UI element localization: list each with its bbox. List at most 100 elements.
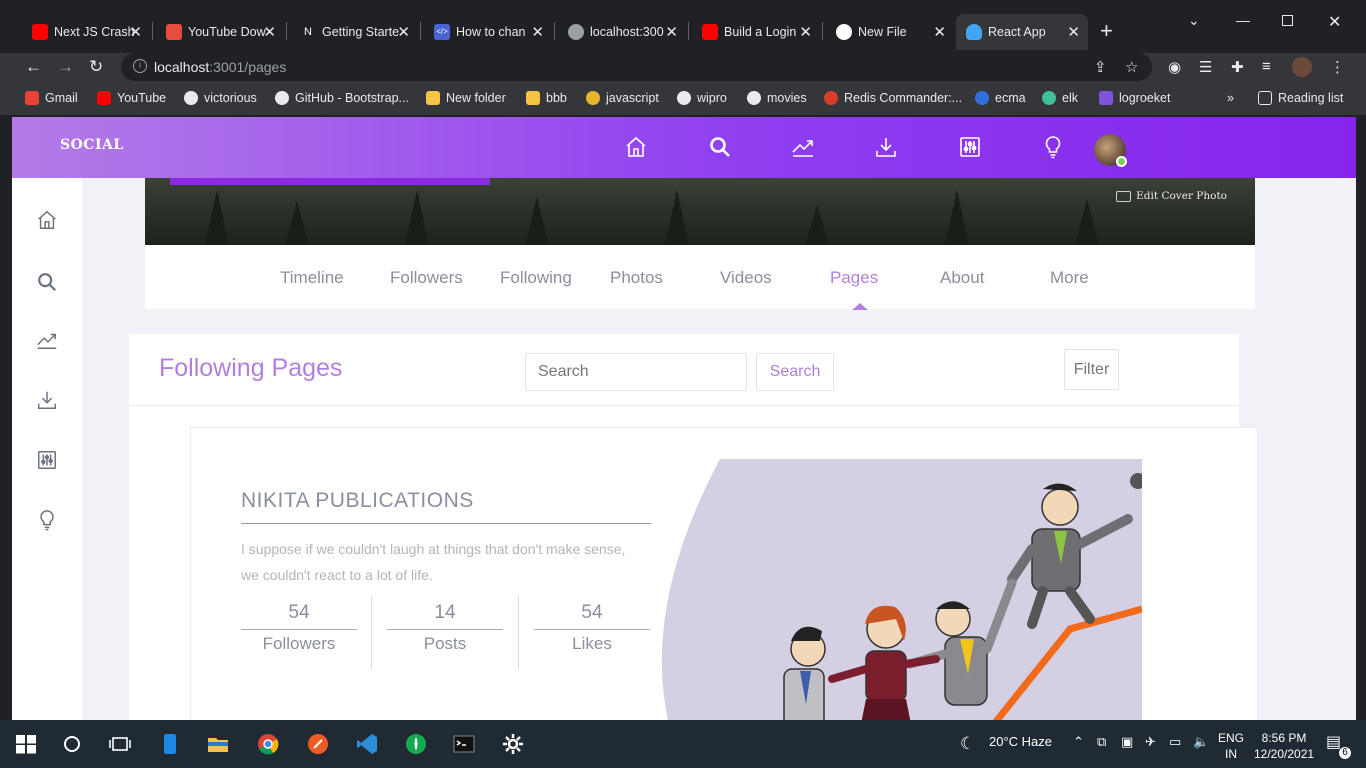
chrome-menu-icon[interactable]: ⋮ bbox=[1330, 58, 1345, 76]
bookmark-javascript[interactable]: javascript bbox=[586, 91, 659, 105]
page-card[interactable]: NIKITA PUBLICATIONS I suppose if we coul… bbox=[190, 427, 1258, 720]
bookmark-elk[interactable]: elk bbox=[1042, 91, 1078, 105]
back-icon[interactable]: ← bbox=[25, 57, 42, 77]
browser-tab[interactable]: Build a Login ✕ bbox=[692, 14, 820, 50]
tab-photos[interactable]: Photos bbox=[610, 268, 663, 288]
bookmark-new-folder[interactable]: New folder bbox=[426, 91, 506, 105]
brand-logo[interactable]: SOCIAL bbox=[60, 137, 124, 153]
sliders-icon[interactable] bbox=[958, 135, 982, 159]
tab-following[interactable]: Following bbox=[500, 268, 572, 288]
forward-icon[interactable]: → bbox=[57, 57, 74, 77]
close-tab-icon[interactable]: ✕ bbox=[799, 23, 812, 41]
extension-list-icon[interactable]: ☰ bbox=[1199, 58, 1212, 76]
search-button[interactable]: Search bbox=[756, 353, 834, 391]
vscode-icon[interactable] bbox=[355, 732, 379, 756]
address-bar[interactable]: i localhost:3001/pages ⇪ ☆ bbox=[121, 53, 1152, 81]
tab-about[interactable]: About bbox=[940, 268, 984, 288]
search-icon[interactable] bbox=[708, 135, 732, 159]
tab-search-icon[interactable]: ⌄ bbox=[1188, 12, 1200, 29]
trending-icon[interactable] bbox=[791, 135, 815, 159]
profile-avatar[interactable] bbox=[1292, 57, 1312, 77]
tray-battery-icon[interactable]: ▭ bbox=[1169, 734, 1181, 750]
clock[interactable]: 8:56 PM 12/20/2021 bbox=[1254, 730, 1314, 762]
trending-icon[interactable] bbox=[36, 329, 58, 351]
sliders-icon[interactable] bbox=[36, 449, 58, 471]
terminal-icon[interactable] bbox=[452, 732, 476, 756]
page-name[interactable]: NIKITA PUBLICATIONS bbox=[241, 489, 474, 513]
edit-cover-photo-button[interactable]: Edit Cover Photo bbox=[1116, 190, 1227, 202]
bookmark-ecma[interactable]: ecma bbox=[975, 91, 1026, 105]
tray-chevron-icon[interactable]: ⌃ bbox=[1073, 734, 1084, 750]
reading-list[interactable]: Reading list bbox=[1258, 91, 1343, 105]
close-tab-icon[interactable]: ✕ bbox=[397, 23, 410, 41]
task-view-icon[interactable] bbox=[108, 732, 132, 756]
new-tab-icon[interactable]: + bbox=[1100, 20, 1113, 42]
bookmark-wipro[interactable]: wipro bbox=[677, 91, 727, 105]
bookmark-youtube[interactable]: YouTube bbox=[97, 91, 166, 105]
download-icon[interactable] bbox=[874, 135, 898, 159]
site-info-icon[interactable]: i bbox=[133, 59, 147, 73]
tray-flight-icon[interactable]: ✈ bbox=[1145, 734, 1156, 750]
extensions-puzzle-icon[interactable]: ✚ bbox=[1231, 58, 1244, 76]
tab-timeline[interactable]: Timeline bbox=[280, 268, 344, 288]
bookmark-redis[interactable]: Redis Commander:... bbox=[824, 91, 962, 105]
close-tab-icon[interactable]: ✕ bbox=[933, 23, 946, 41]
tab-videos[interactable]: Videos bbox=[720, 268, 772, 288]
search-icon[interactable] bbox=[36, 271, 58, 293]
weather-moon-icon[interactable]: ☾ bbox=[960, 734, 975, 754]
extension-record-icon[interactable]: ◉ bbox=[1168, 58, 1181, 76]
lightbulb-icon[interactable] bbox=[36, 509, 58, 531]
maximize-icon[interactable] bbox=[1282, 15, 1293, 26]
search-input[interactable] bbox=[525, 353, 747, 391]
browser-tab[interactable]: </> How to chan ✕ bbox=[424, 14, 552, 50]
tablet-app-icon[interactable] bbox=[158, 732, 182, 756]
settings-gear-icon[interactable] bbox=[501, 732, 525, 756]
tab-pages[interactable]: Pages bbox=[830, 268, 878, 288]
stat-value: 54 bbox=[534, 598, 650, 630]
minimize-icon[interactable]: — bbox=[1236, 12, 1250, 28]
reload-icon[interactable]: ↻ bbox=[89, 57, 103, 77]
browser-tab[interactable]: New File ✕ bbox=[826, 14, 954, 50]
bookmark-victorious[interactable]: victorious bbox=[184, 91, 257, 105]
browser-tab[interactable]: N Getting Starte ✕ bbox=[290, 14, 418, 50]
windows-start-icon[interactable] bbox=[14, 732, 38, 756]
mongodb-icon[interactable] bbox=[404, 732, 428, 756]
close-tab-icon[interactable]: ✕ bbox=[129, 23, 142, 41]
browser-tab[interactable]: Next JS Crash ✕ bbox=[22, 14, 150, 50]
bookmark-bbb[interactable]: bbb bbox=[526, 91, 567, 105]
tab-more[interactable]: More bbox=[1050, 268, 1089, 288]
volume-icon[interactable]: 🔈 bbox=[1193, 734, 1209, 750]
weather-text[interactable]: 20°C Haze bbox=[989, 734, 1052, 749]
tab-followers[interactable]: Followers bbox=[390, 268, 463, 288]
stat-label: Posts bbox=[423, 634, 467, 653]
bookmark-star-icon[interactable]: ☆ bbox=[1125, 58, 1138, 76]
home-icon[interactable] bbox=[36, 209, 58, 231]
home-icon[interactable] bbox=[624, 135, 648, 159]
browser-tab-active[interactable]: React App ✕ bbox=[956, 14, 1088, 50]
bookmark-gmail[interactable]: Gmail bbox=[25, 91, 78, 105]
download-icon[interactable] bbox=[36, 389, 58, 411]
search-circle-icon[interactable] bbox=[60, 732, 84, 756]
close-tab-icon[interactable]: ✕ bbox=[1067, 23, 1080, 41]
bookmarks-overflow[interactable]: » bbox=[1227, 91, 1234, 105]
bookmark-logroeket[interactable]: logroeket bbox=[1099, 91, 1170, 105]
browser-tab[interactable]: YouTube Dow ✕ bbox=[156, 14, 284, 50]
postman-icon[interactable] bbox=[306, 732, 330, 756]
close-window-icon[interactable]: ✕ bbox=[1328, 12, 1341, 32]
bookmark-github[interactable]: GitHub - Bootstrap... bbox=[275, 91, 409, 105]
language-indicator[interactable]: ENG IN bbox=[1218, 730, 1244, 762]
close-tab-icon[interactable]: ✕ bbox=[263, 23, 276, 41]
close-tab-icon[interactable]: ✕ bbox=[531, 23, 544, 41]
close-tab-icon[interactable]: ✕ bbox=[665, 23, 678, 41]
share-icon[interactable]: ⇪ bbox=[1094, 58, 1107, 76]
tray-security-icon[interactable]: ▣ bbox=[1121, 734, 1133, 750]
bookmark-movies[interactable]: movies bbox=[747, 91, 807, 105]
file-explorer-icon[interactable] bbox=[206, 732, 230, 756]
chrome-icon[interactable] bbox=[256, 732, 280, 756]
filter-button[interactable]: Filter bbox=[1064, 349, 1119, 390]
browser-tab[interactable]: localhost:300 ✕ bbox=[558, 14, 686, 50]
lightbulb-icon[interactable] bbox=[1041, 135, 1065, 159]
media-control-icon[interactable]: ≡ bbox=[1262, 58, 1271, 75]
tab-title: YouTube Dow bbox=[188, 25, 266, 39]
tray-app-icon[interactable]: ⧉ bbox=[1097, 734, 1106, 750]
